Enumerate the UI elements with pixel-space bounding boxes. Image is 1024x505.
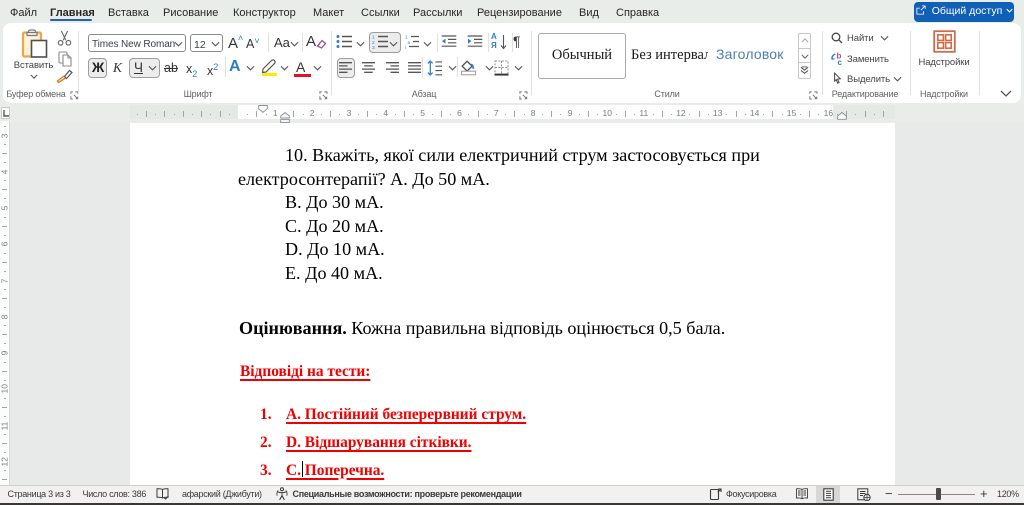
svg-text:2: 2 <box>372 40 375 46</box>
svg-text:a: a <box>408 41 411 46</box>
svg-text:1: 1 <box>372 35 375 41</box>
svg-text:i: i <box>405 45 406 49</box>
svg-text:3: 3 <box>372 45 375 49</box>
svg-text:1: 1 <box>405 35 408 41</box>
svg-text:c: c <box>838 58 843 66</box>
